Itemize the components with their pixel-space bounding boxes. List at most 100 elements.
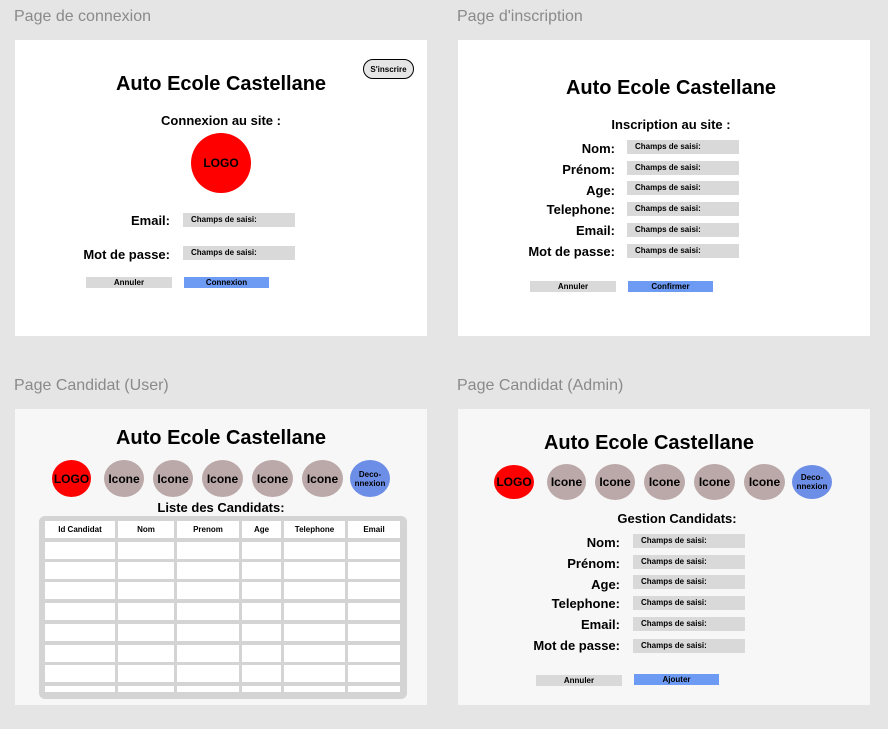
table-cell xyxy=(348,542,400,559)
cancel-button[interactable]: Annuler xyxy=(530,281,616,292)
table-cell xyxy=(118,562,174,579)
telephone-field[interactable]: Champs de saisi: xyxy=(633,596,745,610)
table-cell xyxy=(45,686,115,692)
login-page-frame: S'inscrire Auto Ecole Castellane Connexi… xyxy=(15,40,427,336)
page-title: Auto Ecole Castellane xyxy=(115,427,327,449)
table-cell xyxy=(177,645,239,662)
table-header-telephone: Telephone xyxy=(284,521,345,538)
password-field[interactable]: Champs de saisi: xyxy=(183,246,295,260)
email-field[interactable]: Champs de saisi: xyxy=(183,213,295,227)
table-cell xyxy=(177,562,239,579)
table-cell xyxy=(118,665,174,682)
table-cell xyxy=(118,624,174,641)
table-cell xyxy=(284,542,345,559)
logo: LOGO xyxy=(191,133,251,193)
table-cell xyxy=(348,686,400,692)
cancel-button[interactable]: Annuler xyxy=(536,675,622,686)
email-field[interactable]: Champs de saisi: xyxy=(627,223,739,237)
nav-icon-2[interactable]: Icone xyxy=(595,464,635,500)
nav-icon-1[interactable]: Icone xyxy=(104,460,144,497)
frame-label-candidat-admin: Page Candidat (Admin) xyxy=(457,377,624,394)
nav-icon-1[interactable]: Icone xyxy=(547,464,586,500)
table-cell xyxy=(242,542,281,559)
table-cell xyxy=(242,686,281,692)
logout-button[interactable]: Deco-nnexion xyxy=(350,460,390,497)
signup-subtitle: Inscription au site : xyxy=(611,117,731,132)
table-cell xyxy=(177,686,239,692)
table-cell xyxy=(348,582,400,599)
nav-icon-2[interactable]: Icone xyxy=(153,460,193,497)
table-cell xyxy=(284,562,345,579)
add-button[interactable]: Ajouter xyxy=(634,674,719,685)
table-cell xyxy=(348,624,400,641)
table-cell xyxy=(242,582,281,599)
table-cell xyxy=(284,645,345,662)
password-field[interactable]: Champs de saisi: xyxy=(627,244,739,258)
table-cell xyxy=(284,686,345,692)
page-title: Auto Ecole Castellane xyxy=(543,432,755,454)
table-cell xyxy=(177,603,239,620)
table-cell xyxy=(45,645,115,662)
nav-icon-4[interactable]: Icone xyxy=(694,464,735,500)
nom-field[interactable]: Champs de saisi: xyxy=(627,140,739,154)
nav-icon-4[interactable]: Icone xyxy=(252,460,293,497)
logout-button[interactable]: Deco-nnexion xyxy=(792,465,832,499)
logo: LOGO xyxy=(52,460,91,497)
nav-icon-3[interactable]: Icone xyxy=(644,464,685,500)
table-cell xyxy=(284,624,345,641)
manage-candidates-title: Gestion Candidats: xyxy=(617,511,737,526)
nom-field[interactable]: Champs de saisi: xyxy=(633,534,745,548)
page-title: Auto Ecole Castellane xyxy=(565,77,777,99)
table-header-id: Id Candidat xyxy=(45,521,115,538)
table-cell xyxy=(118,603,174,620)
nom-label: Nom: xyxy=(581,141,615,156)
age-label: Age: xyxy=(586,183,615,198)
email-field[interactable]: Champs de saisi: xyxy=(633,617,745,631)
prenom-field[interactable]: Champs de saisi: xyxy=(627,161,739,175)
table-cell xyxy=(348,665,400,682)
table-cell xyxy=(45,562,115,579)
login-button[interactable]: Connexion xyxy=(184,277,269,288)
table-header-age: Age xyxy=(242,521,281,538)
login-subtitle: Connexion au site : xyxy=(161,113,281,128)
table-cell xyxy=(177,542,239,559)
telephone-field[interactable]: Champs de saisi: xyxy=(627,202,739,216)
table-cell xyxy=(118,582,174,599)
table-cell xyxy=(118,542,174,559)
table-cell xyxy=(45,542,115,559)
candidate-user-frame: Auto Ecole Castellane LOGO Icone Icone I… xyxy=(15,409,427,705)
email-label: Email: xyxy=(575,223,615,238)
nav-icon-3[interactable]: Icone xyxy=(202,460,243,497)
table-header-prenom: Prenom xyxy=(177,521,239,538)
table-cell xyxy=(242,562,281,579)
table-cell xyxy=(45,665,115,682)
table-cell xyxy=(284,582,345,599)
table-cell xyxy=(242,665,281,682)
frame-label-candidat-user: Page Candidat (User) xyxy=(14,377,169,394)
nom-label: Nom: xyxy=(586,535,620,550)
table-cell xyxy=(242,624,281,641)
prenom-label: Prénom: xyxy=(567,556,620,571)
table-cell xyxy=(45,603,115,620)
table-cell xyxy=(177,665,239,682)
password-field[interactable]: Champs de saisi: xyxy=(633,639,745,653)
nav-icon-5[interactable]: Icone xyxy=(302,460,343,497)
table-cell xyxy=(45,582,115,599)
table-cell xyxy=(45,624,115,641)
prenom-field[interactable]: Champs de saisi: xyxy=(633,555,745,569)
email-label: Email: xyxy=(130,213,170,228)
password-label: Mot de passe: xyxy=(528,244,615,259)
page-title: Auto Ecole Castellane xyxy=(115,73,327,95)
age-field[interactable]: Champs de saisi: xyxy=(633,575,745,589)
age-field[interactable]: Champs de saisi: xyxy=(627,181,739,195)
confirm-button[interactable]: Confirmer xyxy=(628,281,713,292)
candidates-table: Id Candidat Nom Prenom Age Telephone Ema… xyxy=(39,516,407,699)
telephone-label: Telephone: xyxy=(551,596,620,611)
nav-icon-5[interactable]: Icone xyxy=(744,464,785,500)
cancel-button[interactable]: Annuler xyxy=(86,277,172,288)
table-header-email: Email xyxy=(348,521,400,538)
candidate-admin-frame: Auto Ecole Castellane LOGO Icone Icone I… xyxy=(458,409,870,705)
table-cell xyxy=(284,603,345,620)
table-cell xyxy=(348,562,400,579)
table-cell xyxy=(118,645,174,662)
